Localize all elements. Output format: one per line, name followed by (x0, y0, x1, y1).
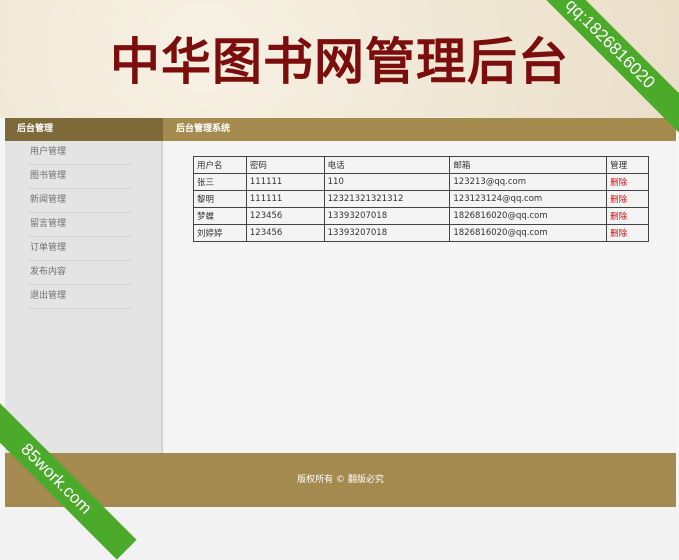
sidebar-item-users[interactable]: 用户管理 (27, 141, 132, 165)
cell-password: 111111 (245, 173, 325, 191)
column-header-password: 密码 (245, 156, 325, 174)
cell-phone: 110 (323, 173, 451, 191)
sidebar-item-orders[interactable]: 订单管理 (27, 237, 132, 261)
sidebar-item-books[interactable]: 图书管理 (27, 165, 132, 189)
table-row: 刘婷婷 123456 13393207018 1826816020@qq.com… (193, 224, 649, 242)
cell-username: 黎明 (193, 190, 247, 208)
sidebar: 用户管理 图书管理 新闻管理 留言管理 订单管理 发布内容 退出管理 (5, 141, 163, 453)
cell-email: 1826816020@qq.com (449, 207, 608, 225)
delete-link[interactable]: 删除 (606, 173, 649, 191)
cell-username: 刘婷婷 (193, 224, 247, 242)
main-content: 用户名 密码 电话 邮箱 管理 张三 111111 110 123213@qq.… (163, 141, 676, 453)
sidebar-item-news[interactable]: 新闻管理 (27, 189, 132, 213)
cell-email: 1826816020@qq.com (449, 224, 608, 242)
delete-link[interactable]: 删除 (606, 224, 649, 242)
user-table: 用户名 密码 电话 邮箱 管理 张三 111111 110 123213@qq.… (193, 156, 649, 242)
table-row: 黎明 111111 12321321321312 123123124@qq.co… (193, 190, 649, 208)
cell-phone: 13393207018 (323, 207, 451, 225)
sidebar-item-messages[interactable]: 留言管理 (27, 213, 132, 237)
cell-email: 123123124@qq.com (449, 190, 608, 208)
cell-username: 张三 (193, 173, 247, 191)
table-header-row: 用户名 密码 电话 邮箱 管理 (193, 156, 649, 174)
cell-phone: 13393207018 (323, 224, 451, 242)
sidebar-item-logout[interactable]: 退出管理 (27, 285, 132, 309)
column-header-action: 管理 (606, 156, 649, 174)
cell-password: 111111 (245, 190, 325, 208)
table-row: 梦蝶 123456 13393207018 1826816020@qq.com … (193, 207, 649, 225)
cell-email: 123213@qq.com (449, 173, 608, 191)
column-header-username: 用户名 (193, 156, 247, 174)
sidebar-title: 后台管理 (5, 118, 163, 141)
sidebar-menu: 用户管理 图书管理 新闻管理 留言管理 订单管理 发布内容 退出管理 (5, 141, 161, 309)
column-header-phone: 电话 (323, 156, 451, 174)
column-header-email: 邮箱 (449, 156, 608, 174)
delete-link[interactable]: 删除 (606, 207, 649, 225)
table-row: 张三 111111 110 123213@qq.com 删除 (193, 173, 649, 191)
footer: 版权所有 © 翻版必究 (5, 453, 676, 507)
cell-password: 123456 (245, 207, 325, 225)
cell-phone: 12321321321312 (323, 190, 451, 208)
cell-username: 梦蝶 (193, 207, 247, 225)
sidebar-item-publish[interactable]: 发布内容 (27, 261, 132, 285)
cell-password: 123456 (245, 224, 325, 242)
site-title: 中华图书网管理后台 (110, 33, 569, 91)
delete-link[interactable]: 删除 (606, 190, 649, 208)
main-title: 后台管理系统 (163, 118, 676, 141)
